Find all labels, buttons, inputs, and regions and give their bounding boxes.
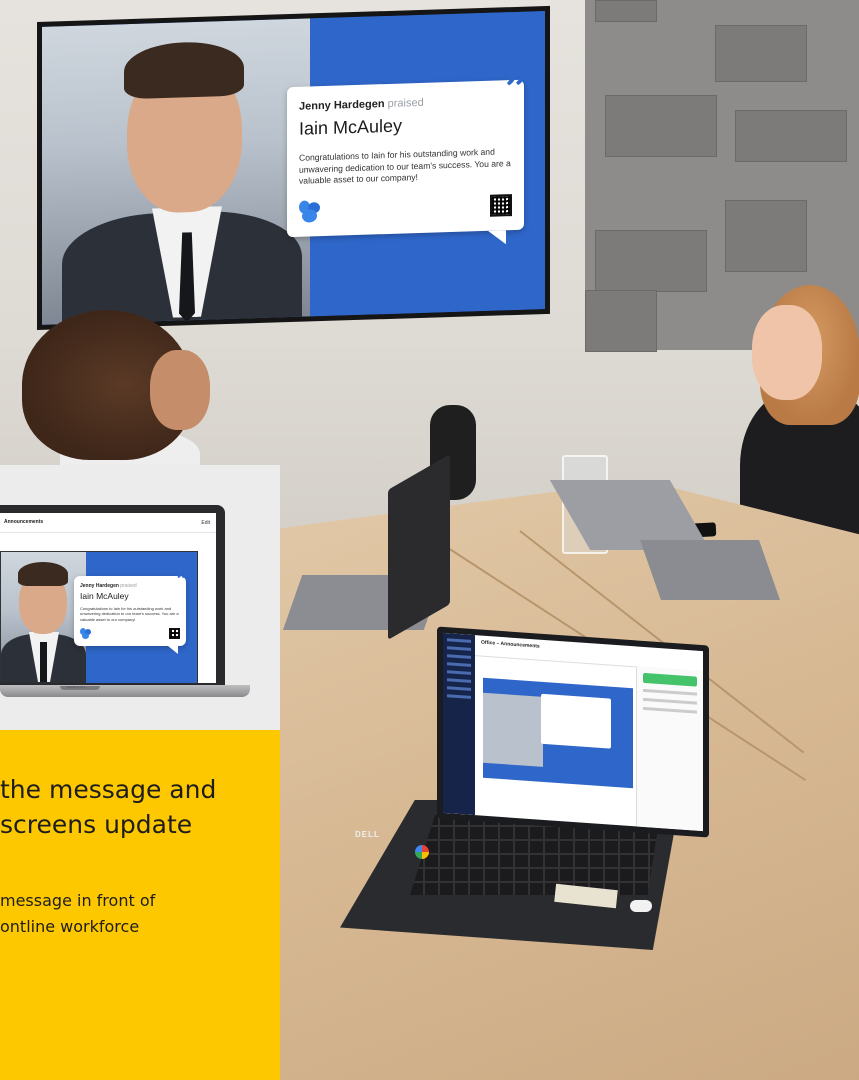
quote-icon: ” xyxy=(504,65,528,114)
praise-message: Congratulations to Iain for his outstand… xyxy=(299,146,511,186)
promo-panel: the message and screens update message i… xyxy=(0,730,280,1080)
mock-title: Announcements xyxy=(4,519,44,525)
promo-body-line: ontline workforce xyxy=(0,917,140,936)
macbook-screen: Announcements Edit ” Jenny Hardegen prai… xyxy=(0,513,216,683)
mock-praise-card: ” Jenny Hardegen praised Iain McAuley Co… xyxy=(74,568,188,654)
praise-card: ” Jenny Hardegen praised Iain McAuley Co… xyxy=(287,66,528,245)
edit-button[interactable]: Edit xyxy=(201,520,210,526)
mock-praise-header: Jenny Hardegen praised xyxy=(80,583,137,589)
company-logo-icon xyxy=(299,200,321,223)
publish-button[interactable] xyxy=(643,672,697,687)
praise-header: Jenny Hardegen praised xyxy=(299,97,424,113)
dell-app-title: Office – Announcements xyxy=(481,639,540,650)
promo-heading: the message and screens update xyxy=(0,772,278,842)
promo-body: message in front of ontline workforce xyxy=(0,888,278,940)
dell-settings-panel xyxy=(636,666,703,832)
qr-code-icon xyxy=(490,194,512,217)
mock-praise-message: Congratulations to Iain for his outstand… xyxy=(80,606,179,622)
dell-preview xyxy=(483,677,633,789)
promo-heading-line: the message and xyxy=(0,775,217,804)
person-right-face xyxy=(752,305,822,400)
promo-body-line: message in front of xyxy=(0,891,156,910)
macbook-model-label: MacBook Pro xyxy=(67,685,86,689)
mock-praise-verb: praised xyxy=(120,583,137,589)
tv-screen: ” Jenny Hardegen praised Iain McAuley Co… xyxy=(42,11,545,325)
praise-recipient: Iain McAuley xyxy=(299,115,403,139)
mock-praise-recipient: Iain McAuley xyxy=(80,591,129,601)
mock-topbar: Announcements xyxy=(0,513,216,533)
praise-verb: praised xyxy=(387,96,424,110)
dell-brand: DELL xyxy=(355,830,380,839)
mock-praise-author: Jenny Hardegen xyxy=(80,583,119,589)
wall-tv: ” Jenny Hardegen praised Iain McAuley Co… xyxy=(37,5,550,330)
quote-icon: ” xyxy=(176,568,188,592)
dell-screen: Office – Announcements xyxy=(437,626,709,838)
macbook-base xyxy=(0,685,250,697)
mock-tv-preview: ” Jenny Hardegen praised Iain McAuley Co… xyxy=(0,551,198,683)
person-left-face xyxy=(150,350,210,430)
dell-sidebar xyxy=(443,632,475,816)
promo-heading-line: screens update xyxy=(0,810,193,839)
dell-app-window: Office – Announcements xyxy=(443,632,703,832)
employee-photo xyxy=(42,18,310,325)
macbook-mock: Announcements Edit ” Jenny Hardegen prai… xyxy=(0,505,225,690)
laptop-back xyxy=(640,540,780,600)
praise-author: Jenny Hardegen xyxy=(299,98,385,113)
company-logo-icon xyxy=(80,628,91,639)
qr-code-icon xyxy=(169,628,180,639)
